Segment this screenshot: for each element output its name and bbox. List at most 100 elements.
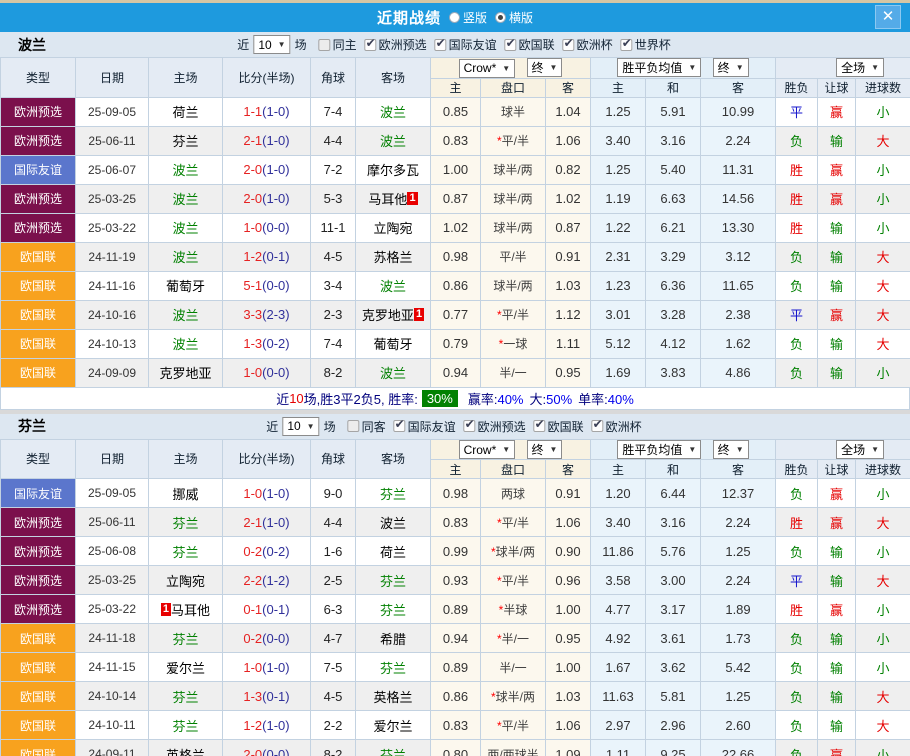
full-time-score: 5-1: [243, 278, 262, 293]
goals-result-cell: 大: [856, 329, 910, 358]
score-cell: 5-1(0-0): [223, 271, 311, 300]
date-cell: 25-06-07: [76, 155, 149, 184]
match-row: 欧国联24-11-16葡萄牙5-1(0-0)3-4波兰0.86球半/两1.031…: [1, 271, 910, 300]
half-time-score: (2-3): [262, 307, 289, 322]
mean-draw-cell: 4.12: [646, 329, 701, 358]
full-time-score: 0-2: [243, 631, 262, 646]
half-time-score: (0-2): [262, 336, 289, 351]
mean-away-cell: 2.60: [701, 711, 776, 740]
checkbox-checked-icon[interactable]: [621, 39, 633, 51]
filter-bar: 近 10 ▼ 场 同主欧洲预选国际友谊欧国联欧洲杯世界杯: [237, 35, 672, 54]
team-name-text: 立陶宛: [166, 574, 205, 589]
bookmaker-select[interactable]: Crow*▼: [459, 440, 516, 459]
mean-away-cell: 1.89: [701, 595, 776, 624]
filter-checkbox-item[interactable]: 欧国联: [499, 36, 555, 53]
filter-checkbox-item[interactable]: 同客: [342, 418, 386, 435]
goals-result-cell: 小: [856, 97, 910, 126]
checkbox-checked-icon[interactable]: [365, 39, 377, 51]
match-count-select[interactable]: 10 ▼: [253, 35, 290, 54]
match-count-select[interactable]: 10 ▼: [282, 417, 319, 436]
checkbox-checked-icon[interactable]: [534, 420, 546, 432]
handicap-result-cell: 输: [818, 566, 856, 595]
home-team-cell: 芬兰: [149, 711, 223, 740]
filter-checkbox-item[interactable]: 欧洲杯: [586, 418, 642, 435]
filter-checkbox-item[interactable]: 欧洲杯: [557, 36, 613, 53]
filter-checkbox-item[interactable]: 国际友谊: [388, 418, 456, 435]
team-name-text: 挪威: [172, 487, 198, 502]
col-header-corner: 角球: [311, 58, 356, 98]
corner-cell: 7-4: [311, 97, 356, 126]
horizontal-layout-radio[interactable]: 横版: [495, 9, 533, 26]
corner-cell: 2-5: [311, 566, 356, 595]
mean-time-select[interactable]: 终▼: [713, 58, 749, 77]
team-name-text: 英格兰: [373, 690, 412, 705]
handicap-cell: *平/半: [481, 566, 546, 595]
match-row: 欧洲预选25-06-08芬兰0-2(0-2)1-6荷兰0.99*球半/两0.90…: [1, 537, 910, 566]
mean-draw-cell: 5.40: [646, 155, 701, 184]
mean-away-cell: 10.99: [701, 97, 776, 126]
col-header-home-odds: 主: [431, 460, 481, 479]
mean-away-cell: 13.30: [701, 213, 776, 242]
vertical-layout-label: 竖版: [463, 9, 487, 26]
filter-checkbox-item[interactable]: 世界杯: [615, 36, 671, 53]
checkbox-checked-icon[interactable]: [563, 39, 575, 51]
result-cell: 负: [776, 682, 818, 711]
away-team-cell: 芬兰: [356, 479, 431, 508]
odds-time-select[interactable]: 终▼: [527, 58, 563, 77]
close-button[interactable]: ✕: [875, 5, 901, 29]
star-icon: *: [497, 632, 502, 646]
match-row: 欧国联24-09-09克罗地亚1-0(0-0)8-2波兰0.94半/一0.951…: [1, 358, 910, 387]
bookmaker-select[interactable]: Crow*▼: [459, 59, 516, 78]
result-cell: 平: [776, 300, 818, 329]
mean-away-cell: 11.31: [701, 155, 776, 184]
filter-checkbox-label: 同客: [362, 418, 386, 435]
full-time-score: 1-2: [243, 718, 262, 733]
star-icon: *: [497, 574, 502, 588]
checkbox-checked-icon[interactable]: [464, 420, 476, 432]
col-header-handicap: 盘口: [481, 78, 546, 97]
away-team-cell: 英格兰: [356, 682, 431, 711]
filter-checkbox-item[interactable]: 欧国联: [528, 418, 584, 435]
section-header-poland: 波兰 近 10 ▼ 场 同主欧洲预选国际友谊欧国联欧洲杯世界杯: [0, 32, 910, 57]
vertical-layout-radio[interactable]: 竖版: [449, 9, 487, 26]
filter-checkbox-item[interactable]: 国际友谊: [429, 36, 497, 53]
star-icon: *: [497, 516, 502, 530]
checkbox-unchecked-icon[interactable]: [319, 39, 331, 51]
odds-time-select[interactable]: 终▼: [527, 440, 563, 459]
win-rate-badge: 30%: [422, 390, 458, 407]
checkbox-checked-icon[interactable]: [592, 420, 604, 432]
mean-home-cell: 4.92: [591, 624, 646, 653]
odds-group-header: Crow*▼ 终▼: [431, 58, 591, 79]
full-match-select[interactable]: 全场▼: [836, 58, 884, 77]
home-team-cell: 波兰: [149, 329, 223, 358]
mean-away-cell: 1.62: [701, 329, 776, 358]
mean-home-cell: 1.20: [591, 479, 646, 508]
mean-away-cell: 5.42: [701, 653, 776, 682]
result-cell: 负: [776, 479, 818, 508]
full-match-select[interactable]: 全场▼: [836, 440, 884, 459]
checkbox-unchecked-icon[interactable]: [348, 420, 360, 432]
mean-type-select[interactable]: 胜平负均值▼: [617, 440, 701, 459]
mean-type-select[interactable]: 胜平负均值▼: [617, 58, 701, 77]
mean-home-cell: 1.67: [591, 653, 646, 682]
team-name-text: 芬兰: [380, 487, 406, 502]
section-header-finland: 芬兰 近 10 ▼ 场 同客国际友谊欧洲预选欧国联欧洲杯: [0, 414, 910, 439]
chevron-down-icon: ▼: [736, 445, 744, 454]
half-time-score: (1-0): [262, 191, 289, 206]
checkbox-checked-icon[interactable]: [394, 420, 406, 432]
match-row: 欧国联24-10-16波兰3-3(2-3)2-3克罗地亚10.77*平/半1.1…: [1, 300, 910, 329]
team-name-text: 苏格兰: [373, 250, 412, 265]
goals-result-cell: 小: [856, 740, 910, 756]
filter-checkbox-item[interactable]: 同主: [313, 36, 357, 53]
away-team-cell: 波兰: [356, 508, 431, 537]
checkbox-checked-icon[interactable]: [435, 39, 447, 51]
col-header-date: 日期: [76, 58, 149, 98]
mean-time-select[interactable]: 终▼: [713, 440, 749, 459]
filter-checkbox-item[interactable]: 欧洲预选: [458, 418, 526, 435]
chevron-down-icon: ▼: [736, 63, 744, 72]
mean-draw-cell: 3.28: [646, 300, 701, 329]
handicap-cell: *平/半: [481, 508, 546, 537]
competition-type-cell: 欧洲预选: [1, 184, 76, 213]
checkbox-checked-icon[interactable]: [505, 39, 517, 51]
filter-checkbox-item[interactable]: 欧洲预选: [359, 36, 427, 53]
